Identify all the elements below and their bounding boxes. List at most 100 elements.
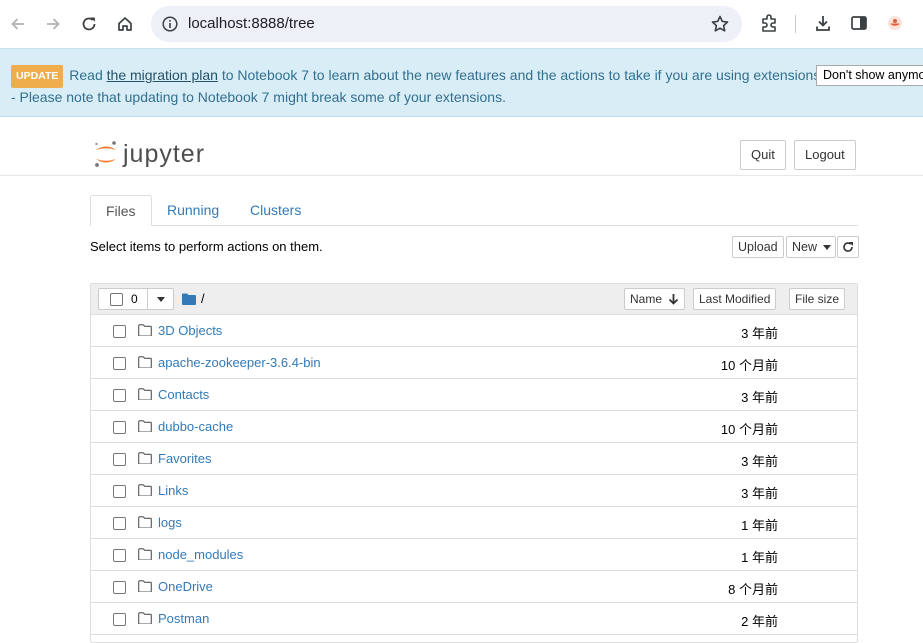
file-list-row[interactable]: 3D Objects 3 年前 xyxy=(91,315,857,347)
row-checkbox[interactable] xyxy=(113,613,126,626)
select-all-group[interactable]: 0 xyxy=(98,288,174,310)
dont-show-anymore-button[interactable]: Don't show anymo xyxy=(816,65,923,86)
extensions-puzzle-icon[interactable] xyxy=(758,12,780,34)
item-name-link[interactable]: Postman xyxy=(158,611,209,626)
row-checkbox[interactable] xyxy=(113,357,126,370)
select-all-checkbox[interactable] xyxy=(110,293,123,306)
quit-button[interactable]: Quit xyxy=(740,140,786,170)
tab-files[interactable]: Files xyxy=(90,195,152,226)
last-modified-value: 1 年前 xyxy=(741,550,778,565)
back-arrow-icon[interactable] xyxy=(6,12,30,36)
reload-icon[interactable] xyxy=(77,12,101,36)
upload-button[interactable]: Upload xyxy=(732,236,784,258)
profile-avatar-icon[interactable] xyxy=(884,12,906,34)
folder-icon xyxy=(138,387,152,405)
file-list-row[interactable]: apache-zookeeper-3.6.4-bin 10 个月前 xyxy=(91,347,857,379)
file-list-row[interactable]: Contacts 3 年前 xyxy=(91,379,857,411)
row-checkbox[interactable] xyxy=(113,581,126,594)
folder-filled-icon[interactable] xyxy=(182,293,196,305)
folder-icon xyxy=(138,579,152,597)
selection-hint: Select items to perform actions on them. xyxy=(90,239,323,254)
folder-icon xyxy=(138,515,152,533)
breadcrumb: / xyxy=(182,291,205,306)
address-bar[interactable]: localhost:8888/tree xyxy=(151,6,742,42)
main-tabs: Files Running Clusters xyxy=(90,195,858,226)
last-modified-value: 1 年前 xyxy=(741,518,778,533)
caret-down-icon xyxy=(823,245,832,250)
last-modified-value: 2 年前 xyxy=(741,614,778,629)
banner-text-before: Read xyxy=(69,67,107,83)
item-name-link[interactable]: OneDrive xyxy=(158,579,213,594)
folder-icon xyxy=(138,451,152,469)
row-checkbox[interactable] xyxy=(113,389,126,402)
file-list-row[interactable]: node_modules 1 年前 xyxy=(91,539,857,571)
item-name-link[interactable]: apache-zookeeper-3.6.4-bin xyxy=(158,355,321,370)
last-modified-value: 3 年前 xyxy=(741,326,778,341)
row-checkbox[interactable] xyxy=(113,485,126,498)
logout-button[interactable]: Logout xyxy=(794,140,856,170)
row-checkbox[interactable] xyxy=(113,549,126,562)
file-list-row[interactable]: Postman 2 年前 xyxy=(91,603,857,635)
folder-icon xyxy=(138,547,152,565)
file-list-header: 0 / Name Last Modified File size xyxy=(91,284,857,315)
select-dropdown[interactable] xyxy=(147,289,173,309)
forward-arrow-icon[interactable] xyxy=(41,12,65,36)
last-modified-value: 3 年前 xyxy=(741,486,778,501)
caret-down-icon xyxy=(156,296,165,302)
item-name-link[interactable]: node_modules xyxy=(158,547,243,562)
browser-toolbar: localhost:8888/tree xyxy=(0,0,923,48)
last-modified-value: 3 年前 xyxy=(741,390,778,405)
update-message: UPDATE Read the migration plan to Notebo… xyxy=(11,65,821,107)
item-name-link[interactable]: Contacts xyxy=(158,387,209,402)
new-dropdown-button[interactable]: New xyxy=(786,236,837,258)
jupyter-logo[interactable]: jupyter xyxy=(93,138,205,170)
row-checkbox[interactable] xyxy=(113,517,126,530)
site-info-icon[interactable] xyxy=(161,15,179,38)
sort-name-button[interactable]: Name xyxy=(624,288,686,310)
update-badge: UPDATE xyxy=(11,65,64,88)
selected-count: 0 xyxy=(131,292,138,306)
row-checkbox[interactable] xyxy=(113,453,126,466)
sort-last-modified-button[interactable]: Last Modified xyxy=(693,288,777,310)
last-modified-value: 8 个月前 xyxy=(728,582,778,597)
home-icon[interactable] xyxy=(113,12,137,36)
jupyter-logo-icon xyxy=(95,141,116,167)
folder-icon xyxy=(138,611,152,629)
refresh-button[interactable] xyxy=(837,236,859,258)
folder-icon xyxy=(138,323,152,341)
item-name-link[interactable]: Links xyxy=(158,483,188,498)
row-checkbox[interactable] xyxy=(113,421,126,434)
breadcrumb-root[interactable]: / xyxy=(201,291,205,306)
file-list-row[interactable]: logs 1 年前 xyxy=(91,507,857,539)
last-modified-value: 10 个月前 xyxy=(720,422,778,437)
file-list-row[interactable]: dubbo-cache 10 个月前 xyxy=(91,411,857,443)
row-checkbox[interactable] xyxy=(113,325,126,338)
last-modified-value: 10 个月前 xyxy=(720,358,778,373)
update-banner: UPDATE Read the migration plan to Notebo… xyxy=(0,48,923,117)
file-list-row[interactable]: Links 3 年前 xyxy=(91,475,857,507)
item-name-link[interactable]: 3D Objects xyxy=(158,323,222,338)
sort-file-size-button[interactable]: File size xyxy=(789,288,846,310)
file-list-row[interactable]: OneDrive 8 个月前 xyxy=(91,571,857,603)
last-modified-value: 3 年前 xyxy=(741,454,778,469)
folder-icon xyxy=(138,419,152,437)
url-text: localhost:8888/tree xyxy=(188,15,315,32)
bookmark-star-icon[interactable] xyxy=(710,14,730,39)
sort-name-label: Name xyxy=(630,292,663,306)
new-button-label: New xyxy=(792,240,818,254)
tab-running[interactable]: Running xyxy=(152,195,234,226)
item-name-link[interactable]: Favorites xyxy=(158,451,211,466)
side-panel-icon[interactable] xyxy=(848,12,870,34)
refresh-icon xyxy=(843,242,853,252)
download-icon[interactable] xyxy=(812,12,834,34)
file-list: 0 / Name Last Modified File size 3D Obje… xyxy=(90,283,858,643)
item-name-link[interactable]: logs xyxy=(158,515,182,530)
item-name-link[interactable]: dubbo-cache xyxy=(158,419,233,434)
file-list-row[interactable]: Favorites 3 年前 xyxy=(91,443,857,475)
tab-clusters[interactable]: Clusters xyxy=(235,195,316,226)
toolbar-divider xyxy=(795,15,796,33)
jupyter-header: jupyter Quit Logout xyxy=(0,117,923,176)
arrow-down-icon xyxy=(668,294,679,305)
jupyter-wordmark: jupyter xyxy=(123,139,206,168)
migration-plan-link[interactable]: the migration plan xyxy=(107,67,218,83)
